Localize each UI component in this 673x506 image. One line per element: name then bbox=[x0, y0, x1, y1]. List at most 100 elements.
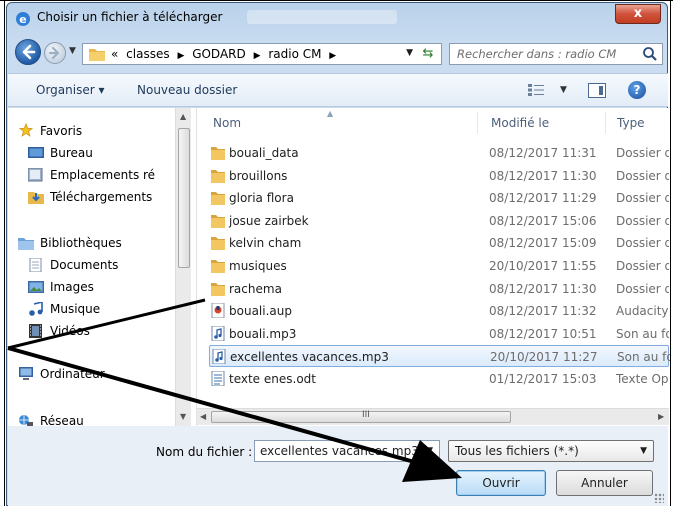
breadcrumb: « classes ▶ GODARD ▶ radio CM ▶ bbox=[111, 47, 340, 61]
breadcrumb-item[interactable]: classes bbox=[126, 47, 169, 61]
sidebar-scrollbar[interactable]: ▲ ▼ bbox=[175, 108, 191, 426]
computer-icon bbox=[19, 367, 33, 380]
sidebar-item-videos[interactable]: Vidéos bbox=[29, 324, 90, 338]
title-bar: e Choisir un fichier à télécharger x bbox=[7, 3, 667, 31]
scroll-down-arrow-icon[interactable]: ▼ bbox=[180, 412, 186, 421]
table-row[interactable]: josue zairbek 08/12/2017 15:06 Dossier de bbox=[209, 210, 669, 232]
sidebar-item-label: Bureau bbox=[50, 146, 93, 160]
file-modified-date: 08/12/2017 11:31 bbox=[489, 146, 597, 160]
file-modified-date: 08/12/2017 11:32 bbox=[489, 304, 597, 319]
file-modified-date: 01/12/2017 15:03 bbox=[489, 372, 597, 386]
table-row[interactable]: bouali.aup 08/12/2017 11:32 Audacity bbox=[209, 300, 669, 322]
table-row[interactable]: gloria flora 08/12/2017 11:29 Dossier de bbox=[209, 187, 669, 209]
recent-places-icon bbox=[28, 168, 43, 182]
breadcrumb-item[interactable]: radio CM bbox=[268, 47, 321, 61]
table-row[interactable]: texte enes.odt 01/12/2017 15:03 Texte Ope bbox=[209, 368, 669, 390]
filename-input[interactable]: excellentes vacances.mp3 ▼ bbox=[254, 440, 440, 462]
resize-grip-icon[interactable] bbox=[654, 493, 664, 503]
sidebar-item-telechargements[interactable]: Téléchargements bbox=[28, 190, 152, 204]
scroll-left-arrow-icon[interactable]: ◀ bbox=[200, 412, 206, 421]
file-type: Audacity bbox=[616, 304, 669, 319]
scroll-right-arrow-icon[interactable]: ▶ bbox=[658, 412, 664, 421]
address-dropdown-icon[interactable]: ▼ bbox=[406, 48, 413, 58]
sidebar-item-label: Documents bbox=[50, 258, 119, 272]
command-toolbar: Organiser ▾ Nouveau dossier ▼ ? bbox=[8, 73, 668, 107]
table-row[interactable]: rachema 08/12/2017 11:30 Dossier de bbox=[209, 278, 669, 300]
sidebar-item-bibliotheques[interactable]: Bibliothèques bbox=[18, 236, 122, 250]
folder-icon bbox=[211, 282, 225, 296]
view-dropdown-icon[interactable]: ▼ bbox=[560, 85, 567, 95]
open-button[interactable]: Ouvrir bbox=[456, 470, 546, 496]
table-row[interactable]: kelvin cham 08/12/2017 15:09 Dossier de bbox=[209, 232, 669, 254]
chevron-down-icon[interactable]: ▼ bbox=[426, 446, 433, 456]
arrow-right-icon bbox=[48, 46, 60, 60]
folder-icon bbox=[211, 260, 225, 273]
horizontal-scroll-thumb[interactable]: III bbox=[211, 410, 511, 423]
address-bar[interactable]: « classes ▶ GODARD ▶ radio CM ▶ ▼ ⇆ bbox=[82, 43, 442, 65]
sidebar-item-bureau[interactable]: Bureau bbox=[28, 146, 93, 160]
file-type: Son au fo bbox=[616, 326, 669, 341]
column-divider[interactable] bbox=[605, 112, 606, 134]
chevron-right-icon[interactable]: ▶ bbox=[254, 51, 261, 61]
cancel-button[interactable]: Annuler bbox=[556, 470, 653, 496]
column-header-modified[interactable]: Modifié le bbox=[491, 116, 549, 130]
star-icon bbox=[18, 123, 34, 137]
file-list-pane: Nom ▲ Modifié le Type bouali_data 08/12/2… bbox=[196, 108, 670, 426]
filetype-select[interactable]: Tous les fichiers (*.*) ▼ bbox=[448, 440, 654, 462]
preview-pane-icon[interactable] bbox=[588, 83, 606, 98]
blurred-title-area bbox=[247, 10, 397, 24]
table-row-selected[interactable]: excellentes vacances.mp3 20/10/2017 11:27… bbox=[209, 345, 670, 368]
outer-frame-left bbox=[4, 0, 5, 506]
file-name: rachema bbox=[229, 281, 282, 296]
recent-locations-dropdown[interactable]: ▼ bbox=[69, 46, 76, 56]
new-folder-button[interactable]: Nouveau dossier bbox=[137, 83, 237, 97]
breadcrumb-item[interactable]: GODARD bbox=[192, 47, 246, 61]
close-button[interactable]: x bbox=[615, 4, 661, 24]
folder-icon bbox=[89, 49, 105, 61]
chevron-right-icon[interactable]: ▶ bbox=[177, 51, 184, 61]
refresh-icon[interactable]: ⇆ bbox=[419, 46, 437, 62]
search-input[interactable]: Rechercher dans : radio CM bbox=[449, 43, 663, 65]
column-header-type[interactable]: Type bbox=[617, 116, 645, 130]
file-modified-date: 20/10/2017 11:27 bbox=[490, 350, 598, 365]
sidebar-item-ordinateur[interactable]: Ordinateur bbox=[19, 367, 105, 381]
filetype-value: Tous les fichiers (*.*) bbox=[455, 444, 579, 458]
chevron-right-icon[interactable]: ▶ bbox=[329, 51, 336, 61]
sidebar-item-documents[interactable]: Documents bbox=[29, 258, 119, 272]
column-divider[interactable] bbox=[477, 112, 478, 134]
search-placeholder: Rechercher dans : radio CM bbox=[457, 47, 617, 61]
help-icon[interactable]: ? bbox=[628, 81, 646, 99]
audio-file-icon bbox=[211, 325, 225, 341]
sidebar-item-favoris[interactable]: Favoris bbox=[18, 123, 82, 138]
table-row[interactable]: musiques 20/10/2017 11:55 Dossier de bbox=[209, 255, 669, 277]
file-name: brouillons bbox=[229, 168, 288, 183]
sidebar-scroll-thumb[interactable] bbox=[178, 128, 190, 268]
breadcrumb-overflow[interactable]: « bbox=[111, 47, 118, 61]
table-row[interactable]: bouali.mp3 08/12/2017 10:51 Son au fo bbox=[209, 323, 669, 345]
scroll-up-arrow-icon[interactable]: ▲ bbox=[180, 112, 186, 121]
table-row[interactable]: brouillons 08/12/2017 11:30 Dossier de bbox=[209, 165, 669, 187]
horizontal-scrollbar[interactable]: ◀ III ▶ bbox=[197, 408, 669, 425]
sidebar-item-emplacements-recents[interactable]: Emplacements ré bbox=[28, 168, 156, 182]
sidebar-item-musique[interactable]: Musique bbox=[29, 302, 100, 316]
file-modified-date: 20/10/2017 11:55 bbox=[489, 259, 597, 273]
file-type: Dossier de bbox=[616, 259, 669, 273]
text-document-icon bbox=[211, 371, 225, 386]
filename-value: excellentes vacances.mp3 bbox=[260, 444, 419, 458]
chevron-down-icon[interactable]: ▼ bbox=[640, 446, 647, 456]
folder-icon bbox=[211, 169, 225, 183]
column-header-name[interactable]: Nom bbox=[213, 116, 241, 130]
table-row[interactable]: bouali_data 08/12/2017 11:31 Dossier de bbox=[209, 142, 669, 164]
forward-button[interactable] bbox=[44, 42, 66, 64]
back-button[interactable] bbox=[15, 39, 41, 65]
organize-button[interactable]: Organiser ▾ bbox=[36, 83, 104, 97]
file-open-dialog: e Choisir un fichier à télécharger x ▼ «… bbox=[6, 2, 670, 506]
videos-icon bbox=[29, 324, 42, 338]
search-icon[interactable] bbox=[642, 46, 658, 62]
file-modified-date: 08/12/2017 10:51 bbox=[489, 326, 597, 341]
file-name: kelvin cham bbox=[229, 236, 302, 251]
file-type: Dossier de bbox=[616, 213, 669, 228]
sidebar-item-label: Emplacements ré bbox=[50, 168, 156, 182]
sidebar-item-images[interactable]: Images bbox=[28, 280, 94, 294]
view-options-icon[interactable] bbox=[528, 84, 544, 96]
